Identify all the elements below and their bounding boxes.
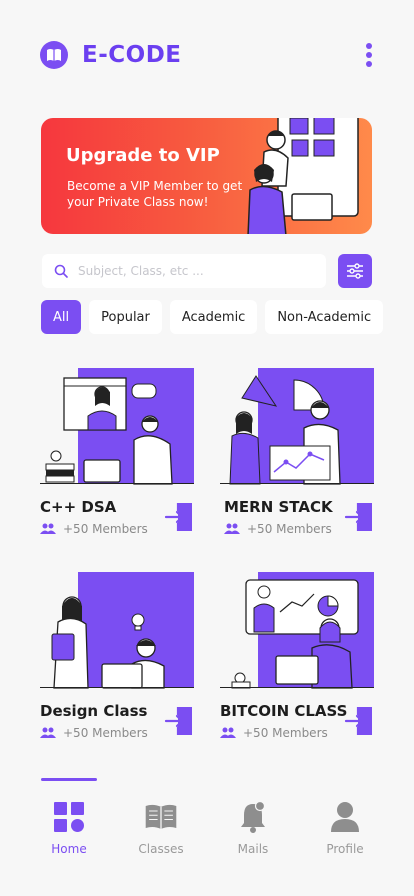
join-class-icon[interactable]	[164, 501, 194, 533]
course-title: C++ DSA	[40, 498, 117, 516]
course-title: Design Class	[40, 702, 148, 720]
course-illustration	[220, 572, 374, 692]
course-members: +50 Members	[220, 726, 328, 740]
nav-label: Classes	[138, 842, 184, 856]
category-chips: All Popular Academic Non-Academic	[41, 300, 384, 334]
chip-non-academic[interactable]: Non-Academic	[265, 300, 384, 334]
join-class-icon[interactable]	[344, 705, 374, 737]
chip-all[interactable]: All	[41, 300, 82, 334]
course-members: +50 Members	[224, 522, 332, 536]
join-class-icon[interactable]	[344, 501, 374, 533]
kebab-menu-icon[interactable]	[364, 43, 374, 67]
vip-banner[interactable]: Upgrade to VIP Become a VIP Member to ge…	[41, 118, 372, 234]
members-count: +50 Members	[63, 522, 148, 536]
chip-academic[interactable]: Academic	[169, 300, 258, 334]
bottom-nav: Home Classes Mails Profile	[0, 770, 414, 896]
members-count: +50 Members	[243, 726, 328, 740]
search-bar[interactable]	[42, 254, 326, 288]
course-members: +50 Members	[40, 726, 148, 740]
nav-label: Mails	[237, 842, 269, 856]
course-card[interactable]: Design Class +50 Members	[40, 572, 194, 740]
banner-illustration	[247, 118, 359, 234]
open-book-icon	[144, 800, 178, 834]
course-illustration	[40, 572, 194, 692]
book-icon	[40, 41, 68, 69]
search-icon	[54, 264, 68, 278]
sliders-icon	[347, 263, 363, 279]
course-card[interactable]: BITCOIN CLASS +50 Members	[220, 572, 374, 740]
users-icon	[40, 727, 56, 738]
course-title: MERN STACK	[224, 498, 333, 516]
app-title: E-CODE	[82, 42, 182, 68]
course-title: BITCOIN CLASS	[220, 702, 348, 720]
nav-classes[interactable]: Classes	[121, 800, 201, 856]
nav-home[interactable]: Home	[29, 800, 109, 856]
user-icon	[328, 800, 362, 834]
app-header: E-CODE	[40, 38, 374, 72]
active-tab-indicator	[41, 778, 97, 781]
banner-title: Upgrade to VIP	[66, 145, 220, 166]
members-count: +50 Members	[63, 726, 148, 740]
nav-mails[interactable]: Mails	[213, 800, 293, 856]
course-members: +50 Members	[40, 522, 148, 536]
members-count: +50 Members	[247, 522, 332, 536]
grid-icon	[52, 800, 86, 834]
users-icon	[220, 727, 236, 738]
course-illustration	[40, 368, 194, 488]
course-illustration	[220, 368, 374, 488]
bell-icon	[236, 800, 270, 834]
course-card[interactable]: C++ DSA +50 Members	[40, 368, 194, 536]
course-card[interactable]: MERN STACK +50 Members	[220, 368, 374, 536]
users-icon	[224, 523, 240, 534]
nav-label: Home	[51, 842, 87, 856]
users-icon	[40, 523, 56, 534]
search-input[interactable]	[78, 264, 298, 278]
chip-popular[interactable]: Popular	[89, 300, 162, 334]
join-class-icon[interactable]	[164, 705, 194, 737]
filter-button[interactable]	[338, 254, 372, 288]
banner-subtitle: Become a VIP Member to get your Private …	[67, 179, 243, 209]
nav-profile[interactable]: Profile	[305, 800, 385, 856]
nav-label: Profile	[326, 842, 364, 856]
